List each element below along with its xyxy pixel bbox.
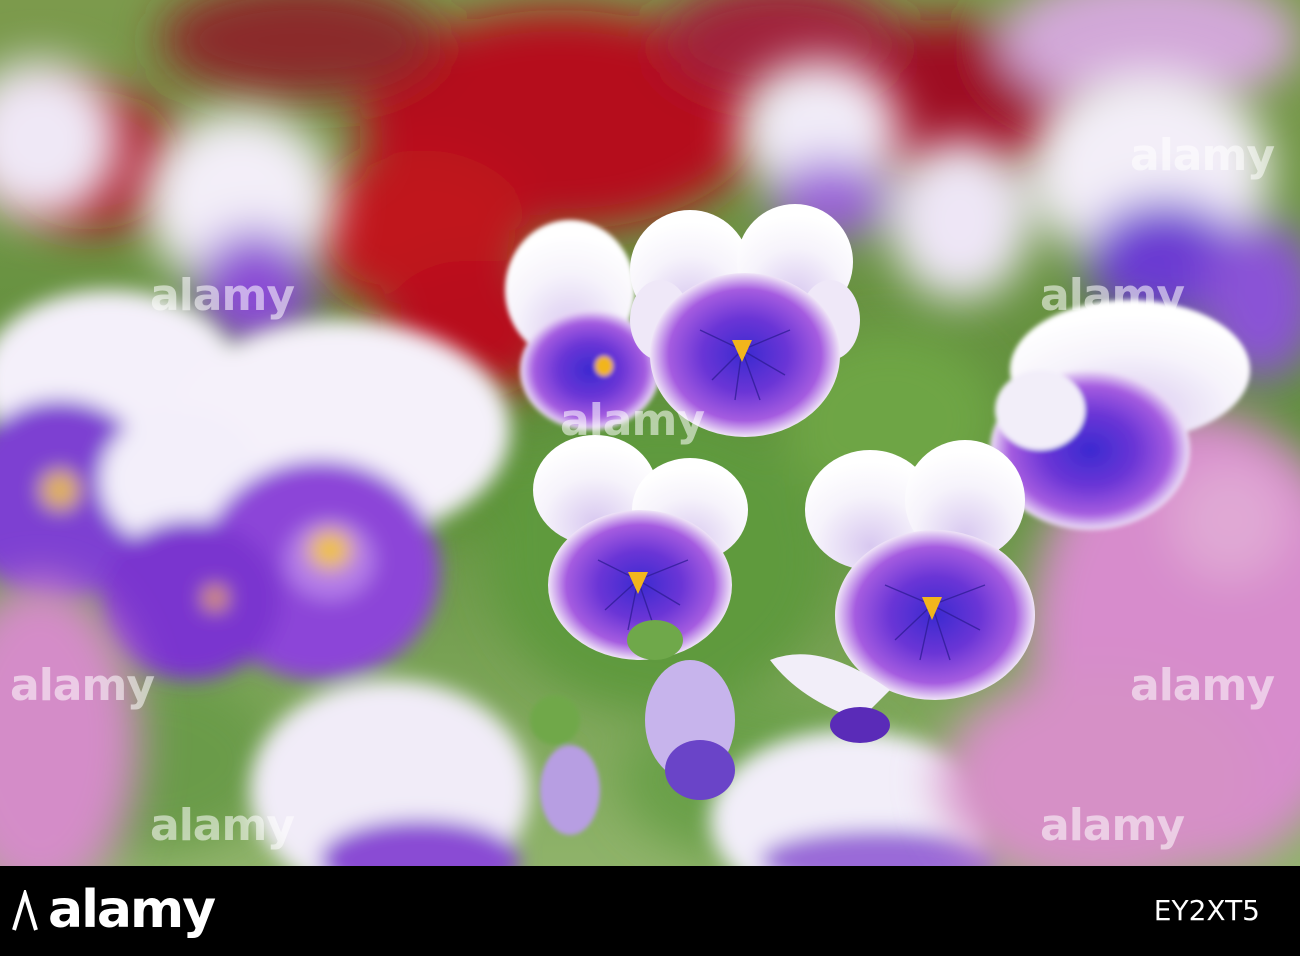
footer-bar: alamy EY2XT5	[0, 866, 1300, 956]
pansy-photo	[0, 0, 1300, 866]
image-id: EY2XT5	[1153, 894, 1260, 927]
alamy-logo-icon	[12, 890, 38, 931]
footer-logo: alamy	[48, 880, 216, 940]
